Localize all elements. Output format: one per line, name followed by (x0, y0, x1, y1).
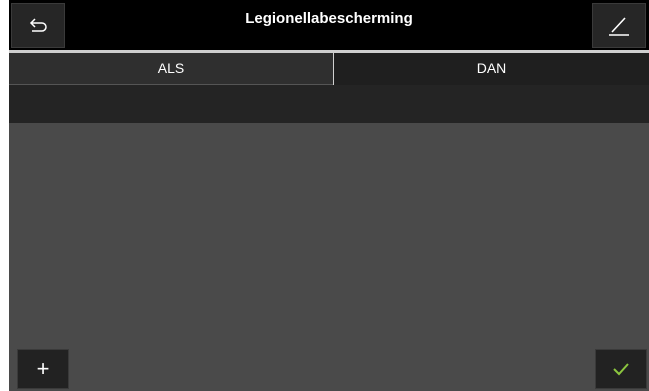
page-title: Legionellabescherming (245, 10, 413, 27)
tab-bar: ALS DAN (9, 53, 649, 85)
tab-als[interactable]: ALS (9, 53, 333, 85)
checkmark-icon (613, 363, 629, 376)
pencil-icon (609, 16, 629, 36)
back-arrow-icon (29, 17, 47, 32)
plus-icon: + (36, 356, 50, 381)
back-button[interactable] (11, 3, 65, 48)
content-area (9, 123, 649, 391)
edit-button[interactable] (592, 3, 646, 48)
tab-content-header (9, 85, 649, 123)
tab-dan[interactable]: DAN (333, 53, 649, 85)
screen: Legionellabescherming ALS DAN + (9, 0, 649, 391)
header-bar: Legionellabescherming (9, 0, 649, 50)
confirm-button[interactable] (595, 349, 647, 389)
add-button[interactable]: + (17, 349, 69, 389)
